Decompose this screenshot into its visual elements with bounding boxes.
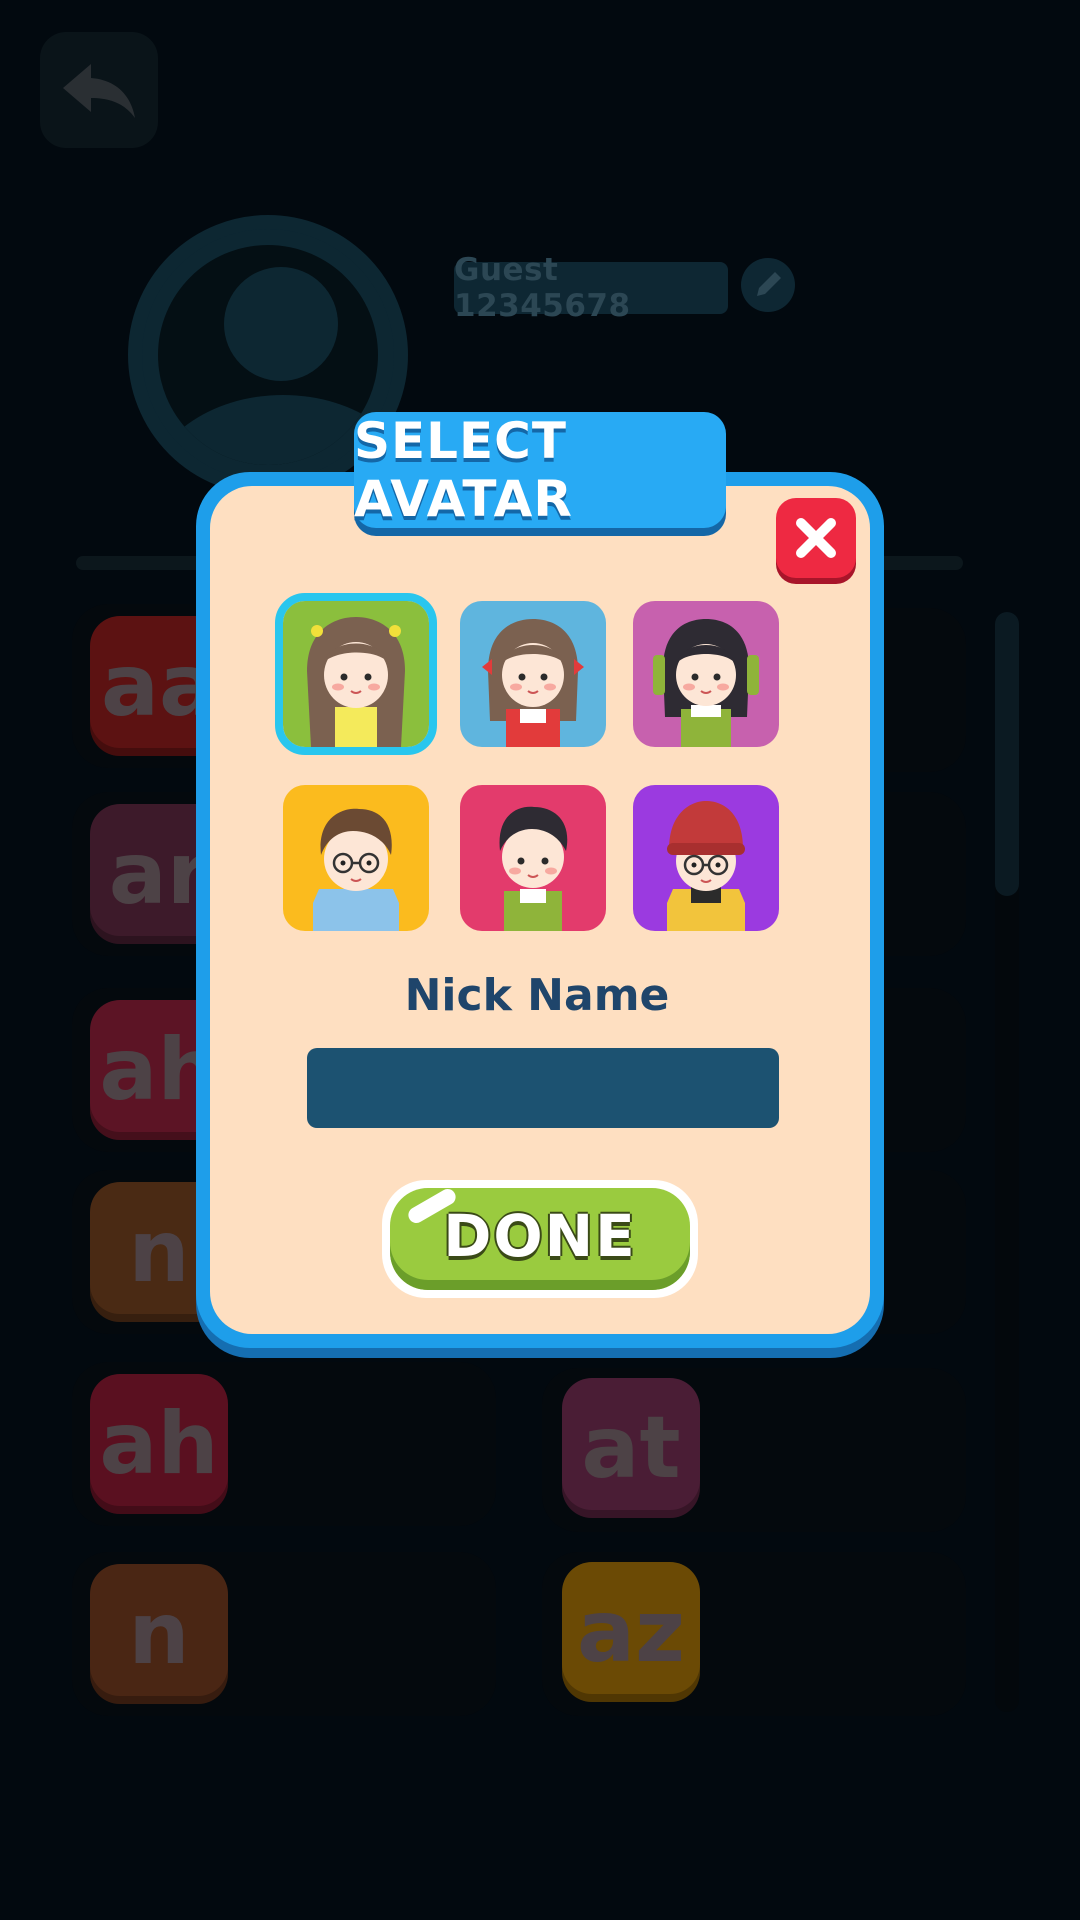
boy-avatar-icon	[667, 801, 745, 931]
avatar-option-4[interactable]	[283, 785, 429, 931]
scrollbar-thumb[interactable]	[995, 612, 1019, 896]
dialog-title-banner: SELECT AVATAR	[354, 412, 726, 528]
avatar-option-5[interactable]	[460, 785, 606, 931]
avatar-option-6[interactable]	[633, 785, 779, 931]
girl-avatar-icon	[653, 619, 759, 747]
done-label: DONE	[443, 1202, 637, 1270]
boy-avatar-icon	[313, 808, 399, 931]
girl-avatar-icon	[482, 619, 584, 747]
boy-avatar-icon	[499, 806, 568, 931]
word-tile: az	[562, 1562, 700, 1702]
dialog-title: SELECT AVATAR	[354, 412, 573, 528]
guest-name-display: Guest 12345678	[454, 252, 728, 324]
back-button[interactable]	[40, 32, 158, 148]
done-button[interactable]: DONE	[382, 1180, 698, 1298]
word-tile: ah	[90, 1374, 228, 1514]
nick-name-input[interactable]	[307, 1048, 779, 1128]
avatar-option-3[interactable]	[633, 601, 779, 747]
avatar-option-2[interactable]	[460, 601, 606, 747]
avatar-option-1[interactable]	[275, 593, 437, 755]
word-card[interactable]: at	[542, 1368, 966, 1532]
word-tile: n	[90, 1564, 228, 1704]
close-icon	[796, 518, 836, 558]
back-arrow-icon	[63, 64, 135, 118]
nick-name-label: Nick Name	[404, 970, 670, 1021]
word-card[interactable]: az	[542, 1552, 966, 1716]
word-card[interactable]: ah	[72, 1362, 496, 1526]
edit-name-button[interactable]	[741, 258, 795, 312]
girl-avatar-icon	[307, 617, 405, 747]
person-icon-head	[224, 267, 338, 381]
pencil-icon	[757, 272, 781, 296]
word-tile: at	[562, 1378, 700, 1518]
person-icon-body	[158, 395, 378, 465]
close-button[interactable]	[776, 498, 856, 578]
word-card[interactable]: n	[72, 1552, 496, 1716]
